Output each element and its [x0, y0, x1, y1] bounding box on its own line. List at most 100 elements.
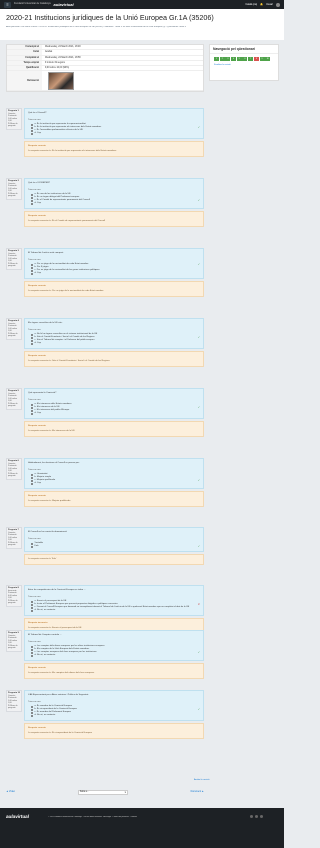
radio-button[interactable] — [31, 708, 33, 711]
quiz-nav-button[interactable]: 8 — [253, 57, 259, 61]
answer-option[interactable]: d. No sé, no contesto — [31, 714, 200, 717]
answer-prompt: Trieu-ne una: — [28, 259, 41, 261]
user-name[interactable]: Usuari — [266, 3, 273, 6]
flag-question[interactable]: ⚑ Marca la pregunta — [8, 600, 20, 605]
radio-button[interactable] — [31, 199, 33, 202]
radio-button[interactable] — [31, 606, 33, 609]
radio-button[interactable] — [31, 412, 33, 415]
radio-button[interactable] — [31, 333, 33, 336]
flag-question[interactable]: ⚑ Marca la pregunta — [8, 705, 20, 710]
menu-icon[interactable]: ≡ — [4, 1, 11, 8]
brand-logo[interactable]: aulavirtual — [54, 2, 74, 7]
radio-button[interactable] — [31, 482, 33, 485]
radio-button[interactable] — [31, 342, 33, 345]
radio-button[interactable] — [31, 600, 33, 603]
radio-button[interactable] — [31, 263, 33, 266]
answer-option[interactable]: Fals ✓ — [31, 545, 200, 548]
flag-question[interactable]: ⚑ Marca la pregunta — [8, 123, 20, 128]
prev-activity-link[interactable]: ◄ Vídeo — [6, 791, 15, 793]
radio-button[interactable] — [31, 705, 33, 708]
answer-label: d. Cap — [34, 412, 41, 414]
radio-button[interactable] — [31, 473, 33, 476]
radio-button[interactable] — [31, 609, 33, 612]
quiz-nav-button[interactable]: 10 — [265, 57, 271, 61]
radio-button[interactable] — [31, 409, 33, 412]
flag-question[interactable]: ⚑ Marca la pregunta — [8, 542, 20, 547]
quiz-nav-button[interactable]: 3 — [225, 57, 231, 61]
flag-question[interactable]: ⚑ Marca la pregunta — [8, 193, 20, 198]
check-icon: ✓ — [197, 336, 200, 339]
radio-button[interactable] — [31, 711, 33, 714]
radio-button[interactable] — [31, 654, 33, 657]
flag-question[interactable]: ⚑ Marca la pregunta — [8, 473, 20, 478]
flag-question-label: Marca la pregunta — [8, 644, 18, 650]
breadcrumb[interactable]: Àrea personal / Els meus cursos / 2020-2… — [6, 26, 278, 28]
avatar[interactable] — [276, 2, 280, 7]
answer-option[interactable]: d. Cap — [31, 202, 200, 205]
question-mark: Puntuació 1,00 sobre 1,00 — [8, 465, 17, 472]
radio-button[interactable] — [31, 132, 33, 135]
question-info: Pregunta 5 Correcte Puntuació 1,00 sobre 1… — [6, 388, 22, 410]
correct-answer: La resposta correcta és: Per un jutge de… — [28, 290, 104, 292]
answer-label: d. Cap — [34, 202, 41, 204]
answer-option[interactable]: d. Cap — [31, 482, 200, 485]
quiz-nav-button[interactable]: 4 — [231, 57, 237, 61]
quiz-nav-button[interactable]: 9 — [259, 57, 265, 61]
finish-review-link[interactable]: Finalitza la revisió — [210, 63, 278, 67]
flag-question[interactable]: ⚑ Marca la pregunta — [8, 645, 20, 650]
summary-key: Completat el — [7, 55, 42, 60]
radio-button[interactable] — [31, 269, 33, 272]
answer-option[interactable]: d. No sé, no contesto — [31, 609, 200, 612]
radio-button[interactable] — [31, 651, 33, 654]
radio-button[interactable] — [31, 645, 33, 648]
feedback-image — [48, 71, 74, 90]
radio-button[interactable] — [31, 542, 33, 545]
youtube-icon[interactable] — [260, 815, 263, 818]
radio-button[interactable] — [31, 202, 33, 205]
language-menu[interactable]: Català (ca) — [245, 3, 257, 6]
radio-button[interactable] — [31, 126, 33, 129]
answer-option[interactable]: d. Cap — [31, 342, 200, 345]
answer-option[interactable]: d. No sé, no contesto — [31, 654, 200, 657]
quiz-nav-button[interactable]: 1 — [214, 57, 219, 61]
radio-button[interactable] — [31, 272, 33, 275]
quiz-nav-button[interactable]: 2 — [219, 57, 225, 61]
radio-button[interactable] — [31, 339, 33, 342]
quiz-nav-button[interactable]: 6 — [242, 57, 248, 61]
answer-option[interactable]: d. Cap — [31, 272, 200, 275]
answer-option[interactable]: c. Davant el Consell Europeu que demandi… — [31, 606, 200, 609]
radio-button[interactable] — [31, 603, 33, 606]
summary-row: Retroacció — [7, 71, 203, 92]
answer-option[interactable]: d. Cap — [31, 412, 200, 415]
answer-option[interactable]: d. Cap — [31, 132, 200, 135]
radio-button[interactable] — [31, 648, 33, 651]
radio-button[interactable] — [31, 479, 33, 482]
quiz-nav-button[interactable]: 7 — [248, 57, 254, 61]
bell-icon[interactable]: 🔔 — [260, 3, 263, 6]
radio-button[interactable] — [31, 714, 33, 717]
feedback-title: Resposta correcta — [28, 495, 46, 497]
radio-button[interactable] — [31, 403, 33, 406]
answer-label: c. Davant el Consell Europeu que demandi… — [34, 606, 190, 608]
next-activity-link[interactable]: Document ► — [191, 791, 204, 793]
quiz-nav-button[interactable]: 5 — [236, 57, 242, 61]
flag-question[interactable]: ⚑ Marca la pregunta — [8, 403, 20, 408]
twitter-icon[interactable] — [255, 815, 258, 818]
facebook-icon[interactable] — [250, 815, 253, 818]
answer-prompt: Trieu-ne una: — [28, 119, 41, 121]
radio-button[interactable] — [31, 129, 33, 132]
radio-button[interactable] — [31, 196, 33, 199]
radio-button[interactable] — [31, 336, 33, 339]
flag-question[interactable]: ⚑ Marca la pregunta — [8, 263, 20, 268]
radio-button[interactable] — [31, 406, 33, 409]
finish-review-bottom-link[interactable]: Acaba la revisió — [194, 779, 209, 781]
jump-to-select[interactable]: Salta a... ▾ — [77, 789, 128, 795]
radio-button[interactable] — [31, 476, 33, 479]
radio-button[interactable] — [31, 266, 33, 269]
answer-prompt: Trieu-ne una: — [28, 538, 41, 540]
radio-button[interactable] — [31, 123, 33, 126]
flag-question[interactable]: ⚑ Marca la pregunta — [8, 333, 20, 338]
footer: aulavirtual © 2021 Fundació Universitat … — [0, 808, 284, 848]
radio-button[interactable] — [31, 193, 33, 196]
radio-button[interactable] — [31, 545, 33, 548]
